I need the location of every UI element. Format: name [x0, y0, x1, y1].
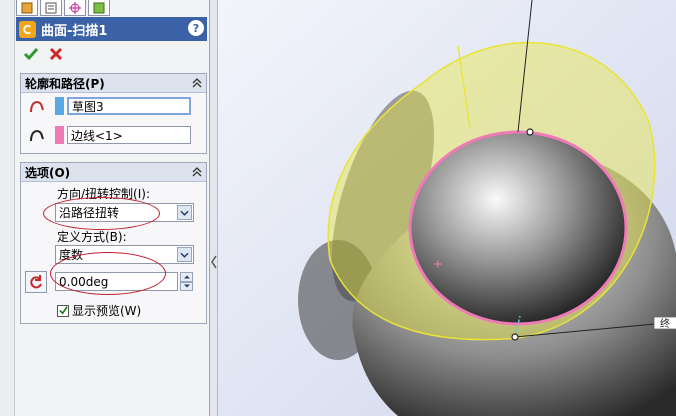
profile-sketch-icon [30, 101, 44, 113]
property-list-icon [45, 2, 57, 13]
profile-path-header[interactable]: 轮廓和路径(P) [21, 74, 206, 93]
angle-input[interactable]: 0.00deg [55, 272, 178, 291]
angle-spinner[interactable] [180, 272, 193, 291]
orientation-value: 沿路径扭转 [59, 206, 120, 220]
tab-property-manager[interactable] [40, 0, 62, 16]
path-color-swatch [55, 126, 64, 144]
sweep-feature-icon [19, 20, 36, 38]
green-check-icon [23, 48, 39, 61]
collapse-arrow-icon [211, 255, 217, 269]
spin-down-icon[interactable] [180, 281, 193, 291]
tab-configuration-manager[interactable] [64, 0, 86, 16]
feature-title: 曲面-扫描1 [41, 23, 108, 39]
graphics-viewport[interactable]: 终 [218, 0, 676, 416]
panel-splitter[interactable] [210, 0, 218, 416]
show-preview-checkbox[interactable] [57, 304, 69, 317]
reverse-direction-button[interactable] [25, 271, 47, 293]
help-icon[interactable]: ? [188, 20, 204, 36]
path-point-handle[interactable] [526, 128, 534, 136]
options-group: 选项(O) 方向/扭转控制(I): 沿路径扭转 定义方式(B): 度数 0.00… [20, 162, 207, 324]
tab-feature-manager[interactable] [16, 0, 38, 16]
define-value: 度数 [59, 248, 84, 262]
ok-button[interactable] [22, 46, 40, 62]
define-select[interactable]: 度数 [55, 245, 194, 264]
profile-path-title: 轮廓和路径(P) [25, 76, 105, 91]
rotate-arrow-icon [30, 275, 42, 289]
feature-tree-icon [21, 2, 33, 13]
collapse-icon[interactable] [190, 76, 203, 89]
chevron-down-icon[interactable] [177, 247, 192, 262]
feature-title-bar: 曲面-扫描1 ? [16, 17, 207, 41]
crosshair-icon [69, 1, 81, 14]
path-field[interactable]: 边线<1> [67, 126, 191, 144]
checkmark-icon [58, 306, 68, 315]
panel-left-strip [0, 0, 15, 416]
profile-path-group: 轮廓和路径(P) 草图3 边线<1> [20, 73, 207, 154]
path-point-handle[interactable] [511, 333, 519, 341]
cancel-button[interactable] [47, 46, 65, 62]
tab-display-manager[interactable] [88, 0, 110, 16]
options-header[interactable]: 选项(O) [21, 163, 206, 182]
define-label: 定义方式(B): [57, 230, 127, 244]
orientation-label: 方向/扭转控制(I): [57, 187, 150, 201]
display-pie-icon [93, 2, 105, 13]
options-title: 选项(O) [25, 165, 71, 180]
profile-row: 草图3 [27, 96, 191, 116]
profile-field[interactable]: 草图3 [67, 97, 191, 115]
red-x-icon [49, 47, 63, 61]
dimension-tag-text: 终 [660, 317, 670, 330]
chevron-down-icon[interactable] [177, 205, 192, 220]
collapse-icon[interactable] [190, 165, 203, 178]
path-sketch-icon [30, 130, 44, 142]
orientation-select[interactable]: 沿路径扭转 [55, 203, 194, 222]
model-scene: 终 [218, 0, 676, 416]
path-row: 边线<1> [27, 125, 191, 145]
manager-tab-bar [16, 0, 112, 16]
show-preview-row: 显示预览(W) [57, 302, 141, 319]
spin-up-icon[interactable] [180, 272, 193, 282]
profile-color-swatch [55, 97, 64, 115]
property-manager-panel: 曲面-扫描1 ? 轮廓和路径(P) 草图3 边线<1> 选项(O) 方向/扭转控… [0, 0, 210, 416]
show-preview-label: 显示预览(W) [72, 304, 142, 318]
